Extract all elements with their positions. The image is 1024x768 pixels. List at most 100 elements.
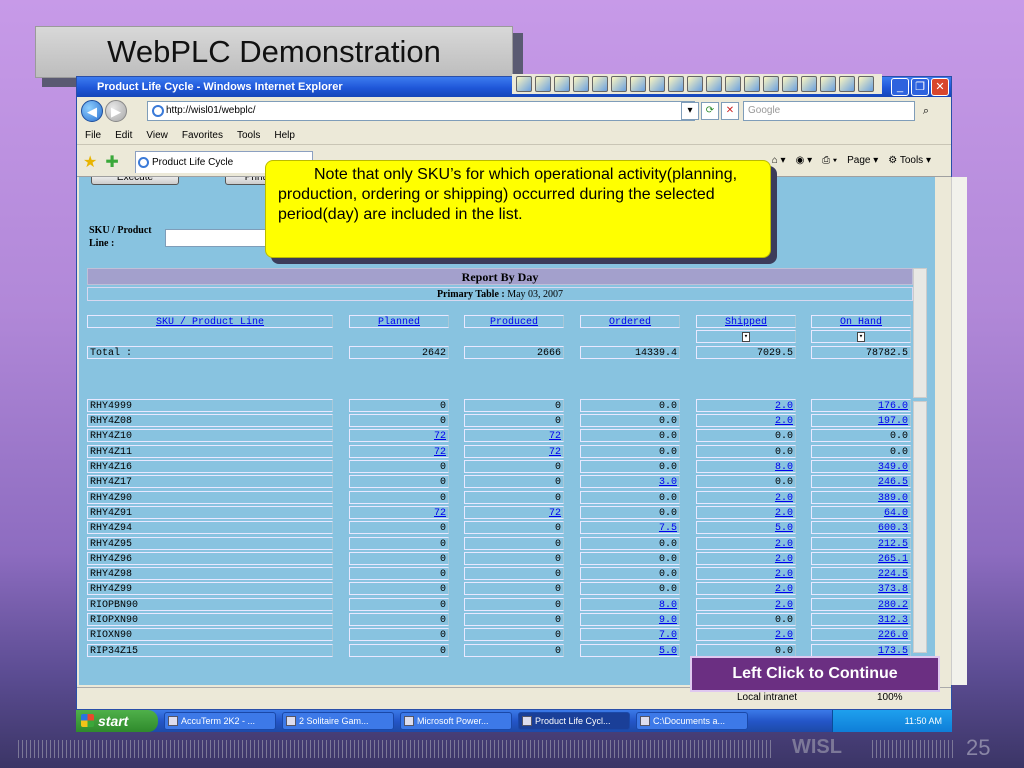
toolbar-app-icon[interactable]: [820, 76, 836, 92]
col-on-hand[interactable]: On Hand: [811, 315, 911, 328]
zoom-level[interactable]: 100%: [877, 692, 903, 703]
toolbar-app-icon[interactable]: [801, 76, 817, 92]
cell-shipped[interactable]: 2.0: [696, 582, 796, 596]
cell-ordered[interactable]: 7.0: [580, 628, 680, 642]
cell-produced[interactable]: 72: [464, 429, 564, 443]
toolbar-app-icon[interactable]: [516, 76, 532, 92]
address-dropdown-icon[interactable]: ▾: [681, 102, 699, 120]
search-icon[interactable]: ⌕: [919, 102, 933, 120]
close-icon[interactable]: ✕: [931, 78, 949, 96]
task-solitaire[interactable]: 2 Solitaire Gam...: [282, 712, 394, 730]
cell-planned[interactable]: 72: [349, 429, 449, 443]
menu-help[interactable]: Help: [274, 127, 295, 144]
cell-shipped[interactable]: 8.0: [696, 460, 796, 474]
toolbar-app-icon[interactable]: [744, 76, 760, 92]
favorites-star-icon[interactable]: ★: [83, 152, 97, 172]
home-icon[interactable]: ⌂ ▾: [772, 155, 786, 166]
cell-on-hand[interactable]: 265.1: [811, 551, 911, 565]
search-input[interactable]: Google: [743, 101, 915, 121]
cell-ordered[interactable]: 8.0: [580, 597, 680, 611]
execute-button[interactable]: Execute: [91, 177, 179, 185]
task-accuterm[interactable]: AccuTerm 2K2 - ...: [164, 712, 276, 730]
toolbar-app-icon[interactable]: [839, 76, 855, 92]
cell-shipped[interactable]: 2.0: [696, 551, 796, 565]
toolbar-app-icon[interactable]: [725, 76, 741, 92]
cell-on-hand[interactable]: 600.3: [811, 521, 911, 535]
page-menu[interactable]: Page ▾: [847, 155, 878, 166]
toolbar-app-icon[interactable]: [592, 76, 608, 92]
cell-ordered[interactable]: 3.0: [580, 475, 680, 489]
feeds-icon[interactable]: ◉ ▾: [796, 155, 813, 166]
cell-on-hand[interactable]: 246.5: [811, 475, 911, 489]
page-scrollbar[interactable]: [951, 177, 967, 685]
col-planned[interactable]: Planned: [349, 315, 449, 328]
start-button[interactable]: start: [76, 710, 158, 732]
back-icon[interactable]: ◀: [81, 100, 103, 122]
cell-on-hand[interactable]: 349.0: [811, 460, 911, 474]
cell-on-hand[interactable]: 226.0: [811, 628, 911, 642]
col-shipped[interactable]: Shipped: [696, 315, 796, 328]
tools-menu[interactable]: ⚙ Tools ▾: [888, 155, 931, 166]
toolbar-app-icon[interactable]: [649, 76, 665, 92]
clock[interactable]: 11:50 AM: [905, 716, 942, 726]
cell-on-hand[interactable]: 389.0: [811, 490, 911, 504]
col-ordered[interactable]: Ordered: [580, 315, 680, 328]
print-icon[interactable]: ⎙ ▾: [822, 155, 837, 166]
refresh-icon[interactable]: ⟳: [701, 102, 719, 120]
col-produced[interactable]: Produced: [464, 315, 564, 328]
toolbar-app-icon[interactable]: [573, 76, 589, 92]
cell-on-hand[interactable]: 173.5: [811, 643, 911, 657]
cell-shipped[interactable]: 2.0: [696, 597, 796, 611]
cell-on-hand[interactable]: 224.5: [811, 567, 911, 581]
cell-shipped[interactable]: 2.0: [696, 628, 796, 642]
cell-planned[interactable]: 72: [349, 505, 449, 519]
summary-scrollbar[interactable]: [913, 268, 927, 398]
cell-on-hand[interactable]: 312.3: [811, 613, 911, 627]
address-input[interactable]: http://wisl01/webplc/: [147, 101, 695, 121]
maximize-icon[interactable]: ❐: [911, 78, 929, 96]
menu-tools[interactable]: Tools: [237, 127, 260, 144]
cell-on-hand[interactable]: 64.0: [811, 505, 911, 519]
toolbar-app-icon[interactable]: [858, 76, 874, 92]
menu-favorites[interactable]: Favorites: [182, 127, 223, 144]
cell-produced[interactable]: 72: [464, 444, 564, 458]
toolbar-app-icon[interactable]: [668, 76, 684, 92]
cell-shipped[interactable]: 2.0: [696, 567, 796, 581]
minimize-icon[interactable]: _: [891, 78, 909, 96]
cell-ordered[interactable]: 5.0: [580, 643, 680, 657]
forward-icon[interactable]: ▶: [105, 100, 127, 122]
cell-shipped[interactable]: 2.0: [696, 414, 796, 428]
cell-shipped[interactable]: 5.0: [696, 521, 796, 535]
cell-on-hand[interactable]: 280.2: [811, 597, 911, 611]
cell-planned[interactable]: 72: [349, 444, 449, 458]
cell-shipped[interactable]: 2.0: [696, 490, 796, 504]
stop-icon[interactable]: ✕: [721, 102, 739, 120]
on-hand-sort-icon[interactable]: ▾: [857, 331, 865, 342]
toolbar-app-icon[interactable]: [554, 76, 570, 92]
rows-scrollbar[interactable]: [913, 401, 927, 653]
toolbar-app-icon[interactable]: [782, 76, 798, 92]
task-powerpoint[interactable]: Microsoft Power...: [400, 712, 512, 730]
toolbar-app-icon[interactable]: [611, 76, 627, 92]
toolbar-app-icon[interactable]: [687, 76, 703, 92]
cell-shipped[interactable]: 2.0: [696, 505, 796, 519]
menu-edit[interactable]: Edit: [115, 127, 132, 144]
cell-shipped[interactable]: 2.0: [696, 398, 796, 412]
cell-on-hand[interactable]: 212.5: [811, 536, 911, 550]
menu-file[interactable]: File: [85, 127, 101, 144]
cell-on-hand[interactable]: 176.0: [811, 398, 911, 412]
cell-ordered[interactable]: 7.5: [580, 521, 680, 535]
cell-produced[interactable]: 72: [464, 505, 564, 519]
toolbar-app-icon[interactable]: [630, 76, 646, 92]
toolbar-app-icon[interactable]: [706, 76, 722, 92]
cell-ordered[interactable]: 9.0: [580, 613, 680, 627]
col-sku[interactable]: SKU / Product Line: [87, 315, 333, 328]
cell-on-hand[interactable]: 373.8: [811, 582, 911, 596]
shipped-sort-icon[interactable]: ▾: [742, 331, 750, 342]
toolbar-app-icon[interactable]: [535, 76, 551, 92]
continue-button[interactable]: Left Click to Continue: [690, 656, 940, 692]
cell-on-hand[interactable]: 197.0: [811, 414, 911, 428]
task-product-life-cycle[interactable]: Product Life Cycl...: [518, 712, 630, 730]
toolbar-app-icon[interactable]: [763, 76, 779, 92]
menu-view[interactable]: View: [146, 127, 168, 144]
